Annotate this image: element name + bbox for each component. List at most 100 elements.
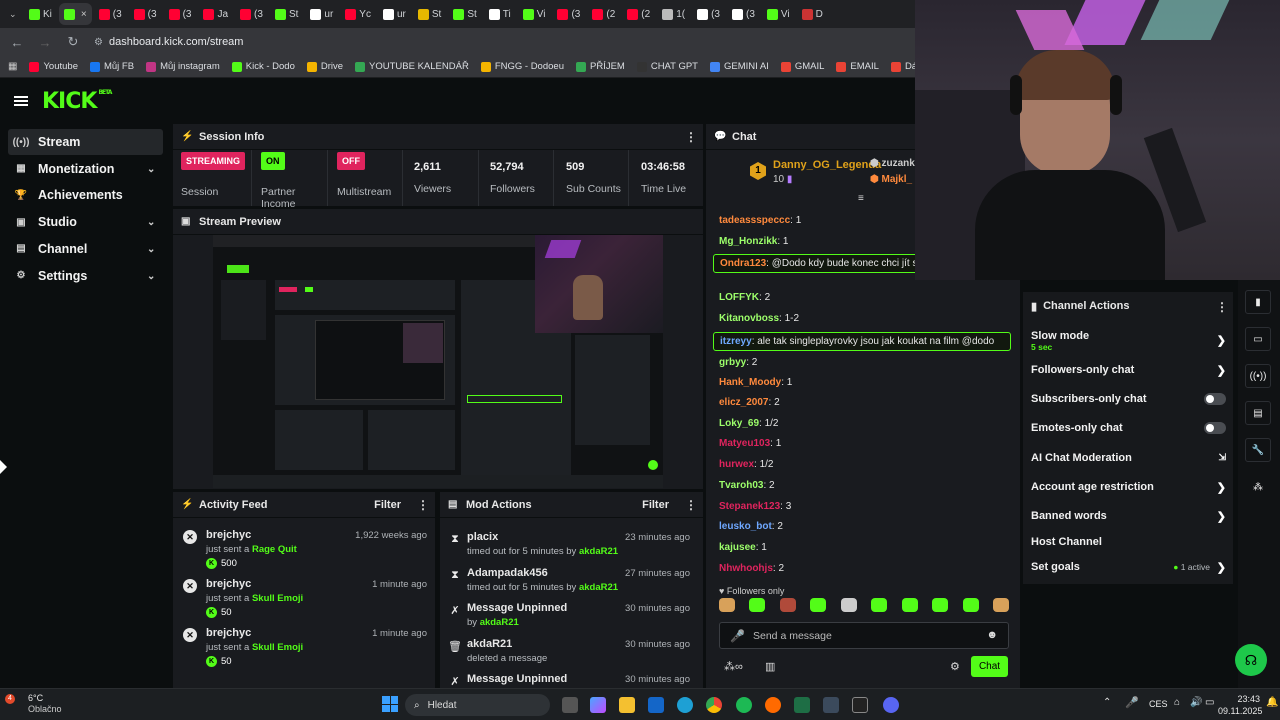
chat-username[interactable]: elicz_2007 (719, 397, 769, 408)
mic-icon[interactable]: 🎤 (730, 629, 745, 643)
chat-message[interactable]: Tvaroh03: 2 (713, 479, 1011, 492)
browser-tab[interactable]: ur (378, 3, 411, 25)
browser-tab[interactable]: (3 (692, 3, 725, 25)
browser-tab[interactable]: (3 (727, 3, 760, 25)
age-restriction-row[interactable]: Account age restriction ❯ (1031, 481, 1226, 494)
browser-tab[interactable]: Ki (24, 3, 57, 25)
layout-icon[interactable]: ▤ (1245, 401, 1271, 425)
mod-action-row[interactable]: ✗ Message Unpinned 30 minutes ago by akdaR2… (440, 599, 698, 635)
bookmark-item[interactable]: Kick - Dodo (231, 61, 295, 72)
chat-username[interactable]: tadeassspeccc (719, 215, 790, 226)
browser-tab[interactable]: Ja (198, 3, 233, 25)
bookmark-item[interactable]: CHAT GPT (636, 61, 698, 72)
wrench-icon[interactable]: 🔧 (1245, 438, 1271, 462)
battery-icon[interactable]: ▭ (1205, 697, 1214, 708)
browser-tab[interactable]: Yc (340, 3, 376, 25)
mic-tray-icon[interactable]: 🎤 (1125, 696, 1139, 709)
browser-tab[interactable]: ur (305, 3, 338, 25)
notification-bell-icon[interactable]: 🔔 (1266, 697, 1278, 708)
task-view-icon[interactable] (562, 697, 578, 713)
more-icon[interactable]: ⋮ (417, 498, 429, 512)
spotify-icon[interactable] (736, 697, 752, 713)
host-channel-row[interactable]: Host Channel (1031, 536, 1226, 548)
sidebar-item-studio[interactable]: ▣ Studio ⌄ (8, 209, 163, 235)
browser-tab[interactable]: (2 (587, 3, 620, 25)
mod-action-by[interactable]: akdaR21 (480, 617, 519, 628)
chat-username[interactable]: itzreyy (720, 336, 752, 347)
emote-icon[interactable] (962, 598, 979, 612)
bookmark-item[interactable]: Můj FB (89, 61, 134, 72)
ai-moderation-row[interactable]: AI Chat Moderation ⇲ (1031, 452, 1226, 464)
chat-message[interactable]: Loky_69: 1/2 (713, 417, 1011, 430)
activity-user[interactable]: brejchyc (206, 529, 251, 541)
browser-tab[interactable]: (3 (164, 3, 197, 25)
chat-username[interactable]: leusko_bot (719, 521, 772, 532)
chat-username[interactable]: Mg_Honzikk (719, 236, 777, 247)
chat-username[interactable]: kajusee (719, 542, 756, 553)
chat-message[interactable]: hurwex: 1/2 (713, 458, 1011, 471)
browser-tab[interactable]: (3 (129, 3, 162, 25)
chat-message[interactable]: kajusee: 1 (713, 541, 1011, 554)
chat-send-button[interactable]: Chat (971, 656, 1008, 677)
bookmark-item[interactable]: Youtube (29, 61, 78, 72)
close-tab-icon[interactable]: × (81, 9, 87, 20)
chat-settings-icon[interactable]: ⚙ (950, 660, 960, 673)
leaderboard-third[interactable]: ⬢ Majkl_ (870, 174, 912, 185)
url-field[interactable]: ⚙ dashboard.kick.com/stream (94, 36, 243, 48)
chat-message[interactable]: itzreyy: ale tak singleplayrovky jsou ja… (713, 332, 1011, 351)
language-indicator[interactable]: CES (1149, 699, 1168, 709)
activity-row[interactable]: ✕ brejchyc 1,922 weeks ago just sent a Rage… (173, 524, 435, 572)
browser-tab[interactable]: (3 (94, 3, 127, 25)
emote-icon[interactable] (779, 598, 796, 612)
broadcast-icon[interactable]: ((•)) (1245, 364, 1271, 388)
epic-games-icon[interactable] (852, 697, 868, 713)
menu-icon[interactable] (14, 96, 28, 106)
more-icon[interactable]: ⋮ (685, 498, 697, 512)
browser-tab[interactable]: St (448, 3, 481, 25)
chat-username[interactable]: Ondra123 (720, 258, 766, 269)
followers-only-row[interactable]: Followers-only chat ❯ (1031, 364, 1226, 377)
activity-filter-button[interactable]: Filter (374, 499, 401, 511)
support-headset-icon[interactable]: ☊ (1235, 644, 1267, 676)
mod-action-row[interactable]: ✗ Message Unpinned 30 minutes ago (440, 670, 698, 688)
back-icon[interactable]: ← (10, 35, 24, 50)
sidebar-item-stream[interactable]: ((•)) Stream (8, 129, 163, 155)
points-icon[interactable]: ⁂∞ (724, 660, 743, 673)
bookmark-item[interactable]: PŘÍJEM (575, 61, 625, 72)
emote-icon[interactable] (840, 598, 857, 612)
chat-message[interactable]: Kitanovboss: 1-2 (713, 312, 1011, 325)
activity-row[interactable]: ✕ brejchyc 1 minute ago just sent a Skull E… (173, 622, 435, 670)
chat-message[interactable]: grbyy: 2 (713, 356, 1011, 369)
browser-tab[interactable]: Ti (484, 3, 516, 25)
gift-icon[interactable]: ▥ (765, 660, 775, 673)
mod-filter-button[interactable]: Filter (642, 499, 669, 511)
chat-bubble-icon[interactable]: ▭ (1245, 327, 1271, 351)
bookmark-item[interactable]: GMAIL (780, 61, 824, 72)
taskbar-search[interactable]: ⌕ Hledat (405, 694, 550, 716)
activity-row[interactable]: ✕ brejchyc 1 minute ago just sent a Skull E… (173, 573, 435, 621)
sidebar-item-settings[interactable]: ⚙ Settings ⌄ (8, 263, 163, 289)
excel-icon[interactable] (794, 697, 810, 713)
chat-message[interactable]: leusko_bot: 2 (713, 520, 1011, 533)
chat-username[interactable]: grbyy (719, 357, 746, 368)
chat-message[interactable]: Hank_Moody: 1 (713, 376, 1011, 389)
volume-icon[interactable]: 🔊 (1190, 697, 1202, 708)
emote-icon[interactable] (871, 598, 888, 612)
emote-icon[interactable] (719, 598, 735, 612)
chrome-icon[interactable] (706, 697, 722, 713)
tray-chevron-icon[interactable]: ⌃ (1103, 697, 1111, 708)
bookmark-item[interactable]: FNGG - Dodoeu (480, 61, 564, 72)
chat-username[interactable]: Matyeu103 (719, 438, 770, 449)
chat-message[interactable]: Matyeu103: 1 (713, 437, 1011, 450)
browser-tab[interactable]: (2 (622, 3, 655, 25)
points-icon[interactable]: ⁂ (1245, 475, 1271, 499)
chat-username[interactable]: hurwex (719, 459, 754, 470)
clock[interactable]: 23:43 09.11.2025 (1218, 693, 1262, 717)
activity-user[interactable]: brejchyc (206, 578, 251, 590)
stream-preview-video[interactable] (213, 235, 663, 488)
browser-tab[interactable]: (3 (552, 3, 585, 25)
mod-action-by[interactable]: akdaR21 (579, 546, 618, 557)
edge-icon[interactable] (677, 697, 693, 713)
tab-list-button[interactable]: ⌄ (4, 3, 22, 25)
bookmark-item[interactable]: EMAIL (836, 61, 879, 72)
